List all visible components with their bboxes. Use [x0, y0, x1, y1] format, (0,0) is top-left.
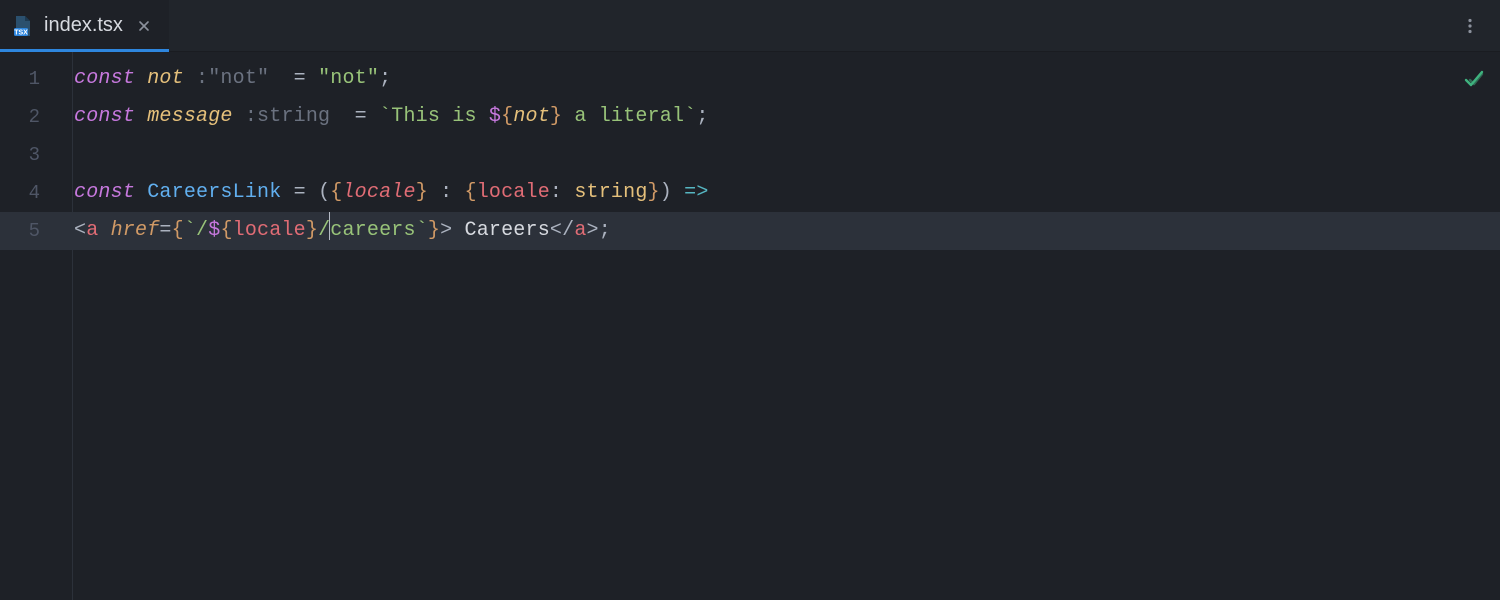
code-area[interactable]: 1 const not :"not" = "not"; 2 const mess…: [0, 52, 1500, 600]
code-line[interactable]: 5 <a href={`/${locale}/careers`}> Career…: [0, 212, 1500, 250]
close-icon: [137, 19, 151, 33]
code-editor: TSX index.tsx: [0, 0, 1500, 600]
line-number: 3: [0, 136, 58, 174]
line-number: 4: [0, 174, 58, 212]
code-content: const message :string = `This is ${not} …: [58, 98, 709, 136]
line-number: 1: [0, 60, 58, 98]
line-number: 5: [0, 212, 58, 250]
tab-actions: [1454, 0, 1500, 51]
more-actions-button[interactable]: [1454, 10, 1486, 42]
svg-text:TSX: TSX: [14, 29, 28, 36]
code-line[interactable]: 4 const CareersLink = ({locale} : {local…: [0, 174, 1500, 212]
tab-filename: index.tsx: [44, 14, 123, 37]
code-line[interactable]: 3: [0, 136, 1500, 174]
code-line[interactable]: 1 const not :"not" = "not";: [0, 60, 1500, 98]
code-content: const not :"not" = "not";: [58, 60, 391, 98]
tab-close-button[interactable]: [133, 15, 155, 37]
code-content: const CareersLink = ({locale} : {locale:…: [58, 174, 709, 212]
tab-index-tsx[interactable]: TSX index.tsx: [0, 0, 169, 51]
tsx-file-icon: TSX: [12, 15, 34, 37]
tab-bar: TSX index.tsx: [0, 0, 1500, 52]
editor-lines: 1 const not :"not" = "not"; 2 const mess…: [0, 60, 1500, 250]
code-content: <a href={`/${locale}/careers`}> Careers<…: [58, 212, 611, 250]
kebab-icon: [1461, 17, 1479, 35]
line-number: 2: [0, 98, 58, 136]
code-line[interactable]: 2 const message :string = `This is ${not…: [0, 98, 1500, 136]
